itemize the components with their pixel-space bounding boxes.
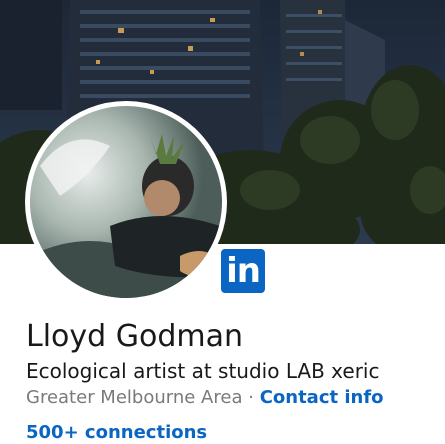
- profile-card: in Lloyd Godman Ecological artist at stu…: [0, 0, 445, 444]
- separator-dot: ·: [248, 387, 254, 408]
- contact-info-link[interactable]: Contact info: [260, 387, 384, 408]
- profile-name: Lloyd Godman: [26, 319, 244, 354]
- connections-link[interactable]: 500+ connections: [26, 421, 207, 444]
- profile-headline: Ecological artist at studio LAB xeric: [26, 359, 380, 383]
- avatar[interactable]: [25, 101, 227, 303]
- profile-location: Greater Melbourne Area: [26, 387, 243, 408]
- location-line: Greater Melbourne Area · Contact info: [26, 386, 384, 410]
- linkedin-logo-icon: in: [221, 249, 265, 293]
